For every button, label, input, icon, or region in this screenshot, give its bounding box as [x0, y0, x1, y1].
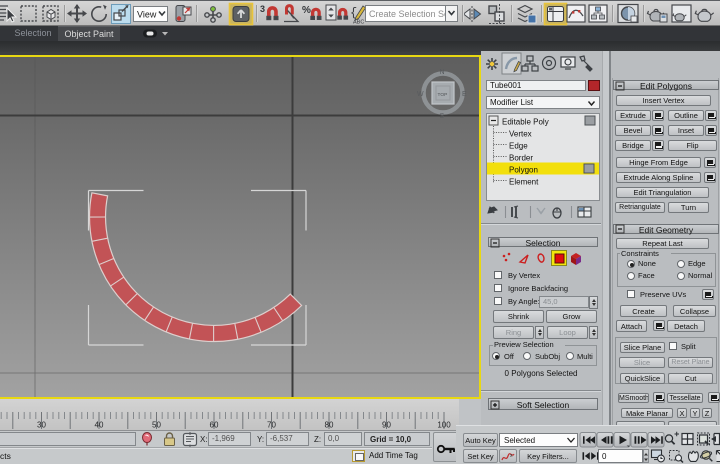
- svg-text:Create Selection Se: Create Selection Se: [369, 9, 449, 19]
- svg-text:Edge: Edge: [509, 142, 528, 151]
- svg-text:Z:: Z:: [314, 435, 321, 444]
- svg-text:x: x: [510, 453, 513, 459]
- svg-text:3: 3: [260, 4, 265, 14]
- svg-text:70: 70: [267, 421, 276, 430]
- svg-text:Y:: Y:: [257, 435, 264, 444]
- svg-text:S: S: [440, 113, 445, 120]
- svg-text:60: 60: [210, 421, 219, 430]
- svg-text:Editable Poly: Editable Poly: [502, 118, 549, 127]
- svg-text:Element: Element: [509, 178, 539, 187]
- svg-text:40: 40: [95, 421, 104, 430]
- svg-text:ABC: ABC: [353, 20, 364, 26]
- svg-text:30: 30: [37, 421, 46, 430]
- svg-text:E: E: [462, 91, 467, 98]
- svg-text:W: W: [417, 91, 424, 98]
- svg-text:100: 100: [437, 421, 451, 430]
- svg-text:Polygon: Polygon: [509, 166, 538, 175]
- svg-text:50: 50: [152, 421, 161, 430]
- svg-text:90: 90: [382, 421, 391, 430]
- svg-text:X:: X:: [200, 435, 208, 444]
- svg-text:TOP: TOP: [438, 92, 448, 98]
- svg-text:Vertex: Vertex: [509, 130, 532, 139]
- svg-text:80: 80: [325, 421, 334, 430]
- svg-text:Border: Border: [509, 154, 533, 163]
- svg-text:N: N: [440, 69, 445, 76]
- svg-text:%: %: [302, 5, 311, 16]
- svg-text:View: View: [137, 10, 157, 20]
